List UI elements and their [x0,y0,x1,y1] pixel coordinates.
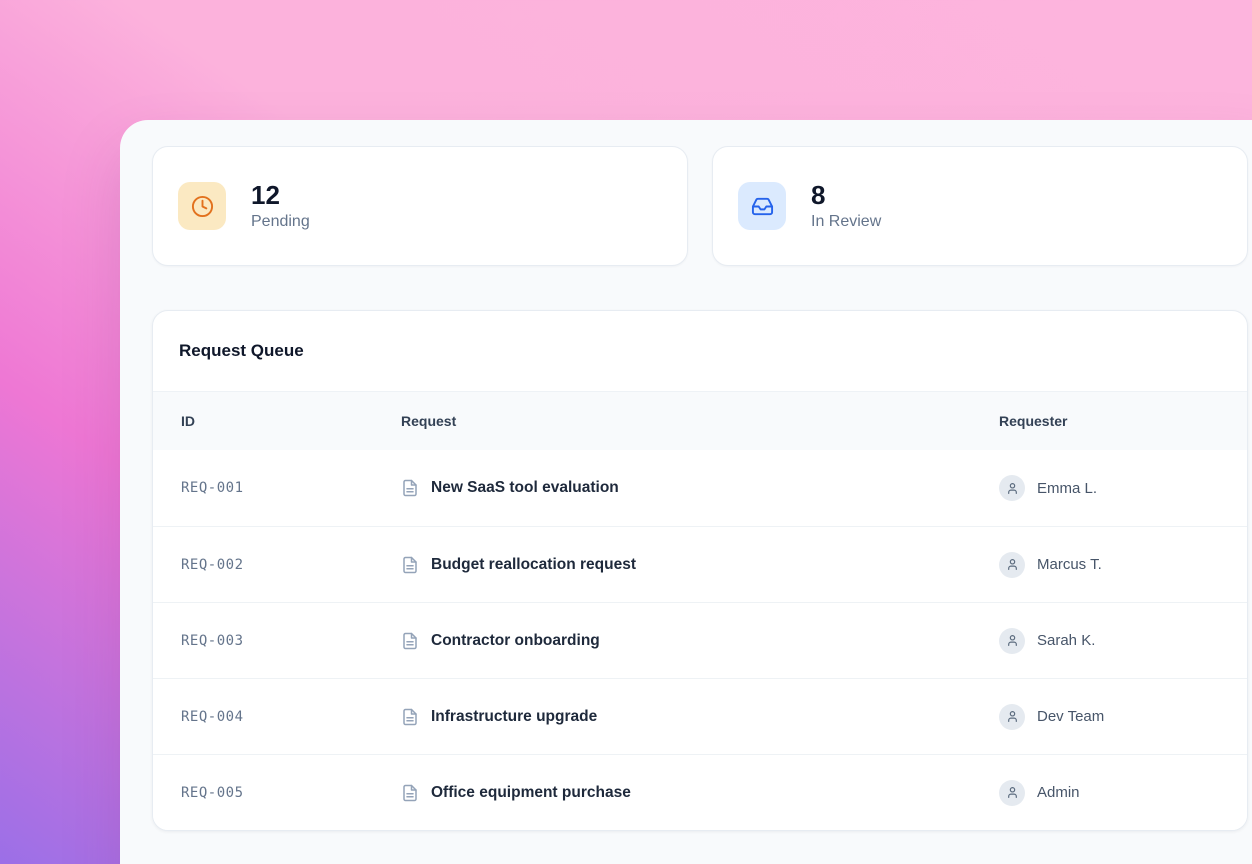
file-text-icon [401,708,419,726]
table-row[interactable]: REQ-001 New SaaS tool evaluation Emma L. [153,450,1247,526]
clock-icon [178,182,226,230]
table-body: REQ-001 New SaaS tool evaluation Emma L. [153,450,1247,830]
file-text-icon [401,556,419,574]
request-title: Office equipment purchase [431,784,631,802]
column-header-id: ID [153,413,401,429]
table-row[interactable]: REQ-004 Infrastructure upgrade Dev Team [153,678,1247,754]
stats-row: 12 Pending 8 In Review [152,146,1248,266]
request-queue-title: Request Queue [153,311,1247,392]
stat-card-pending: 12 Pending [152,146,688,266]
table-header-row: ID Request Requester [153,392,1247,450]
column-header-requester: Requester [999,413,1247,429]
requester-name: Emma L. [1037,480,1097,497]
request-title: Budget reallocation request [431,556,636,574]
stat-card-in-review: 8 In Review [712,146,1248,266]
request-id: REQ-005 [153,785,401,801]
requester-name: Marcus T. [1037,556,1102,573]
table-row[interactable]: REQ-003 Contractor onboarding Sarah K. [153,602,1247,678]
user-avatar [999,475,1025,501]
file-text-icon [401,784,419,802]
table-row[interactable]: REQ-005 Office equipment purchase Admin [153,754,1247,830]
column-header-request: Request [401,413,999,429]
request-title: Infrastructure upgrade [431,708,597,726]
in-review-label: In Review [811,213,881,231]
pending-count: 12 [251,181,310,211]
request-id: REQ-004 [153,709,401,725]
requester-name: Dev Team [1037,708,1104,725]
inbox-icon [738,182,786,230]
request-queue-card: Request Queue ID Request Requester REQ-0… [152,310,1248,831]
app-panel: 12 Pending 8 In Review Request Queue ID … [120,120,1252,864]
request-title: Contractor onboarding [431,632,600,650]
file-text-icon [401,479,419,497]
user-avatar [999,552,1025,578]
request-id: REQ-002 [153,557,401,573]
file-text-icon [401,632,419,650]
user-avatar [999,780,1025,806]
requester-name: Admin [1037,784,1080,801]
user-avatar [999,628,1025,654]
user-avatar [999,704,1025,730]
pending-label: Pending [251,213,310,231]
request-title: New SaaS tool evaluation [431,479,619,497]
request-id: REQ-001 [153,480,401,496]
in-review-count: 8 [811,181,881,211]
request-id: REQ-003 [153,633,401,649]
requester-name: Sarah K. [1037,632,1095,649]
table-row[interactable]: REQ-002 Budget reallocation request Marc… [153,526,1247,602]
